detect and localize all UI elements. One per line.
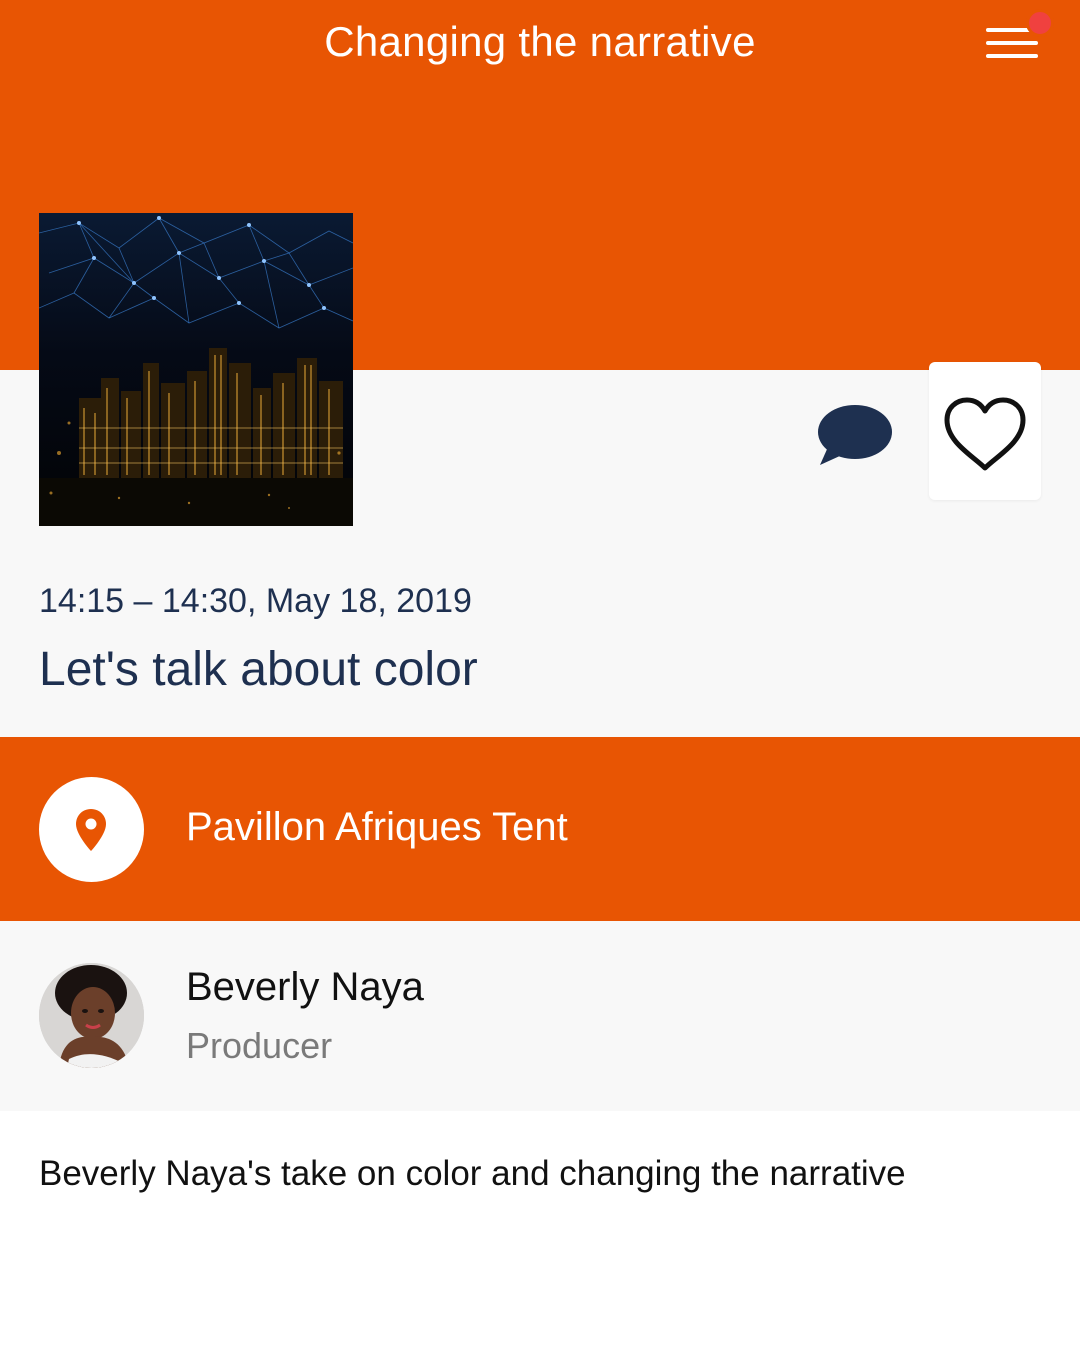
speaker-row[interactable]: Beverly Naya Producer: [0, 921, 1080, 1111]
session-description: Beverly Naya's take on color and changin…: [39, 1154, 906, 1193]
map-pin-icon: [76, 809, 106, 851]
session-time: 14:15 – 14:30, May 18, 2019: [39, 582, 472, 620]
favorite-button[interactable]: [929, 362, 1041, 500]
speech-bubble-icon: [818, 405, 892, 465]
speaker-role: Producer: [186, 1025, 333, 1066]
heart-outline-icon: [944, 397, 1026, 471]
speaker-name: Beverly Naya: [186, 965, 424, 1009]
session-title: Let's talk about color: [39, 643, 478, 696]
menu-button[interactable]: [982, 9, 1054, 66]
comment-button[interactable]: [812, 403, 894, 469]
session-image: [39, 213, 353, 526]
location-name: Pavillon Afriques Tent: [186, 805, 568, 849]
avatar: [39, 963, 144, 1068]
title-bar: Changing the narrative: [0, 0, 1080, 90]
page-title: Changing the narrative: [324, 18, 756, 65]
location-row[interactable]: Pavillon Afriques Tent: [0, 737, 1080, 921]
location-badge: [39, 777, 144, 882]
notification-dot: [1026, 9, 1054, 37]
